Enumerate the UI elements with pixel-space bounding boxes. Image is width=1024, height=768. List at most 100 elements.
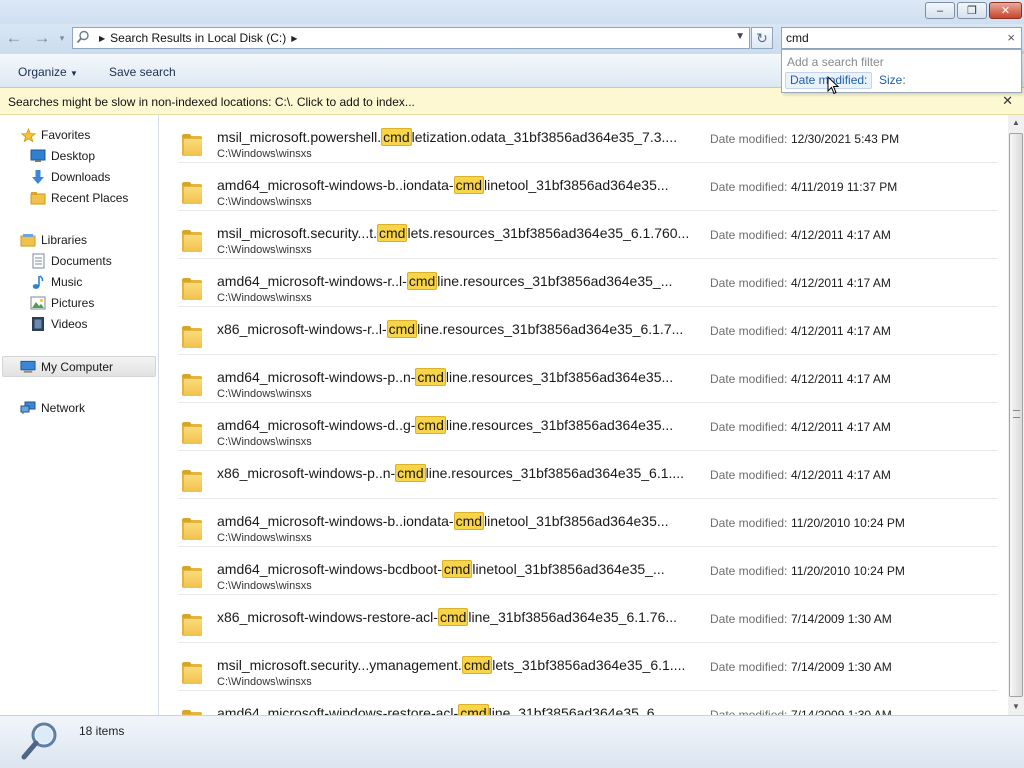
filter-size[interactable]: Size: <box>879 73 906 87</box>
forward-button[interactable]: → <box>32 28 52 48</box>
breadcrumb-location[interactable]: Search Results in Local Disk (C:) <box>110 31 286 45</box>
list-item[interactable]: amd64_microsoft-windows-r..l-cmd line.res… <box>179 259 998 307</box>
date-modified-value: 4/12/2011 4:17 AM <box>791 324 891 338</box>
back-button[interactable]: ← <box>4 28 24 48</box>
folder-icon <box>182 662 202 684</box>
organize-button[interactable]: Organize ▼ <box>18 65 78 79</box>
result-name[interactable]: amd64_microsoft-windows-b..iondata-cmd li… <box>217 512 669 530</box>
name-suffix: line.resources_31bf3856ad364e35_6.1.... <box>425 465 685 481</box>
date-modified-label: Date modified: <box>710 180 788 194</box>
result-name[interactable]: x86_microsoft-windows-r..l-cmd line.resou… <box>217 320 683 338</box>
clear-search-icon[interactable]: × <box>1007 30 1015 45</box>
list-item[interactable]: amd64_microsoft-windows-d..g-cmd line.res… <box>179 403 998 451</box>
result-name[interactable]: msil_microsoft.security...t. cmd lets.reso… <box>217 224 690 242</box>
list-item[interactable]: x86_microsoft-windows-p..n-cmd line.resou… <box>179 451 998 499</box>
sidebar-item-label: Libraries <box>41 233 88 247</box>
date-modified-label: Date modified: <box>710 708 788 715</box>
folder-icon <box>182 182 202 204</box>
sidebar-item-label: My Computer <box>41 359 114 374</box>
search-term-highlight: cmd <box>395 464 426 482</box>
date-modified-value: 4/12/2011 4:17 AM <box>791 372 891 386</box>
folder-icon <box>182 422 202 444</box>
vertical-scrollbar[interactable]: ▲ ▼ <box>1008 115 1024 715</box>
search-box[interactable]: × <box>781 27 1022 49</box>
result-name[interactable]: x86_microsoft-windows-p..n-cmd line.resou… <box>217 464 685 482</box>
result-name[interactable]: amd64_microsoft-windows-bcdboot-cmd linet… <box>217 560 665 578</box>
result-name[interactable]: msil_microsoft.powershell. cmd letization.… <box>217 128 677 146</box>
refresh-button[interactable]: ↻ <box>751 27 773 49</box>
scrollbar-thumb[interactable] <box>1009 133 1023 697</box>
sidebar-item-pictures[interactable]: Pictures <box>30 293 94 313</box>
address-dropdown-icon[interactable]: ▼ <box>735 31 745 42</box>
name-prefix: amd64_microsoft-windows-b..iondata- <box>217 177 454 193</box>
result-path: C:\Windows\winsxs <box>217 532 312 544</box>
sidebar-item-my-computer[interactable]: My Computer <box>2 356 156 377</box>
breadcrumb-chevron-icon[interactable]: ▶ <box>99 34 105 43</box>
list-item[interactable]: amd64_microsoft-windows-b..iondata-cmd li… <box>179 163 998 211</box>
folder-icon <box>182 326 202 348</box>
sidebar-item-label: Desktop <box>51 149 96 163</box>
result-path: C:\Windows\winsxs <box>217 148 312 160</box>
folder-icon <box>182 230 202 252</box>
list-item[interactable]: msil_microsoft.security...t. cmd lets.reso… <box>179 211 998 259</box>
sidebar-item-network[interactable]: Network <box>20 398 85 418</box>
search-term-highlight: cmd <box>441 560 473 578</box>
scroll-up-arrow-icon[interactable]: ▲ <box>1008 115 1024 131</box>
folder-icon <box>182 134 202 156</box>
search-term-highlight: cmd <box>458 704 489 715</box>
list-item[interactable]: msil_microsoft.security...ymanagement. cm… <box>179 643 998 691</box>
name-suffix: lets.resources_31bf3856ad364e35_6.1.760.… <box>407 225 690 241</box>
recent-pages-button[interactable]: ▾ <box>56 28 68 48</box>
name-prefix: msil_microsoft.powershell. <box>217 129 382 145</box>
list-item[interactable]: amd64_microsoft-windows-restore-acl-cmd l… <box>179 691 998 715</box>
name-prefix: amd64_microsoft-windows-r..l- <box>217 273 407 289</box>
sidebar-item-libraries[interactable]: Libraries <box>20 230 87 250</box>
list-item[interactable]: x86_microsoft-windows-r..l-cmd line.resou… <box>179 307 998 355</box>
result-name[interactable]: x86_microsoft-windows-restore-acl-cmd lin… <box>217 608 677 626</box>
result-name[interactable]: amd64_microsoft-windows-r..l-cmd line.res… <box>217 272 673 290</box>
result-name[interactable]: amd64_microsoft-windows-restore-acl-cmd l… <box>217 704 666 715</box>
folder-icon <box>182 470 202 492</box>
close-info-bar-icon[interactable]: ✕ <box>1002 93 1013 109</box>
save-search-button[interactable]: Save search <box>109 65 176 79</box>
list-item[interactable]: amd64_microsoft-windows-bcdboot-cmd linet… <box>179 547 998 595</box>
sidebar-item-documents[interactable]: Documents <box>30 251 112 271</box>
result-name[interactable]: amd64_microsoft-windows-p..n-cmd line.res… <box>217 368 673 386</box>
sidebar-item-downloads[interactable]: Downloads <box>30 167 110 187</box>
sidebar-item-label: Videos <box>51 317 88 331</box>
list-item[interactable]: msil_microsoft.powershell. cmd letization.… <box>179 115 998 163</box>
breadcrumb-chevron-icon[interactable]: ▶ <box>291 34 297 43</box>
result-path: C:\Windows\winsxs <box>217 436 312 448</box>
folder-icon <box>182 518 202 540</box>
result-name[interactable]: amd64_microsoft-windows-d..g-cmd line.res… <box>217 416 673 434</box>
sidebar-item-desktop[interactable]: Desktop <box>30 146 95 166</box>
date-modified-value: 11/20/2010 10:24 PM <box>791 516 905 530</box>
name-suffix: line.resources_31bf3856ad364e35_... <box>437 273 673 289</box>
result-name[interactable]: msil_microsoft.security...ymanagement. cm… <box>217 656 685 674</box>
result-path: C:\Windows\winsxs <box>217 388 312 400</box>
scroll-down-arrow-icon[interactable]: ▼ <box>1008 699 1024 715</box>
computer-icon <box>20 359 36 375</box>
mouse-cursor-icon <box>827 75 840 100</box>
minimize-button[interactable]: – <box>925 2 955 19</box>
network-icon <box>20 400 36 416</box>
recent-places-icon <box>30 190 46 206</box>
sidebar-item-music[interactable]: Music <box>30 272 82 292</box>
sidebar-item-videos[interactable]: Videos <box>30 314 87 334</box>
result-name[interactable]: amd64_microsoft-windows-b..iondata-cmd li… <box>217 176 669 194</box>
search-term-highlight: cmd <box>415 368 446 386</box>
close-button[interactable]: ✕ <box>989 2 1022 19</box>
info-bar-message[interactable]: Searches might be slow in non-indexed lo… <box>8 95 415 109</box>
list-item[interactable]: x86_microsoft-windows-restore-acl-cmd lin… <box>179 595 998 643</box>
name-prefix: amd64_microsoft-windows-b..iondata- <box>217 513 454 529</box>
sidebar-item-favorites[interactable]: Favorites <box>20 125 90 145</box>
sidebar-item-recent-places[interactable]: Recent Places <box>30 188 128 208</box>
list-item[interactable]: amd64_microsoft-windows-b..iondata-cmd li… <box>179 499 998 547</box>
date-modified-value: 7/14/2009 1:30 AM <box>791 660 892 674</box>
libraries-icon <box>20 232 36 248</box>
name-suffix: linetool_31bf3856ad364e35... <box>484 177 669 193</box>
list-item[interactable]: amd64_microsoft-windows-p..n-cmd line.res… <box>179 355 998 403</box>
search-input[interactable] <box>786 30 996 46</box>
maximize-button[interactable]: ❐ <box>957 2 987 19</box>
address-bar[interactable]: ▶ Search Results in Local Disk (C:) ▶ ▼ <box>72 27 750 49</box>
